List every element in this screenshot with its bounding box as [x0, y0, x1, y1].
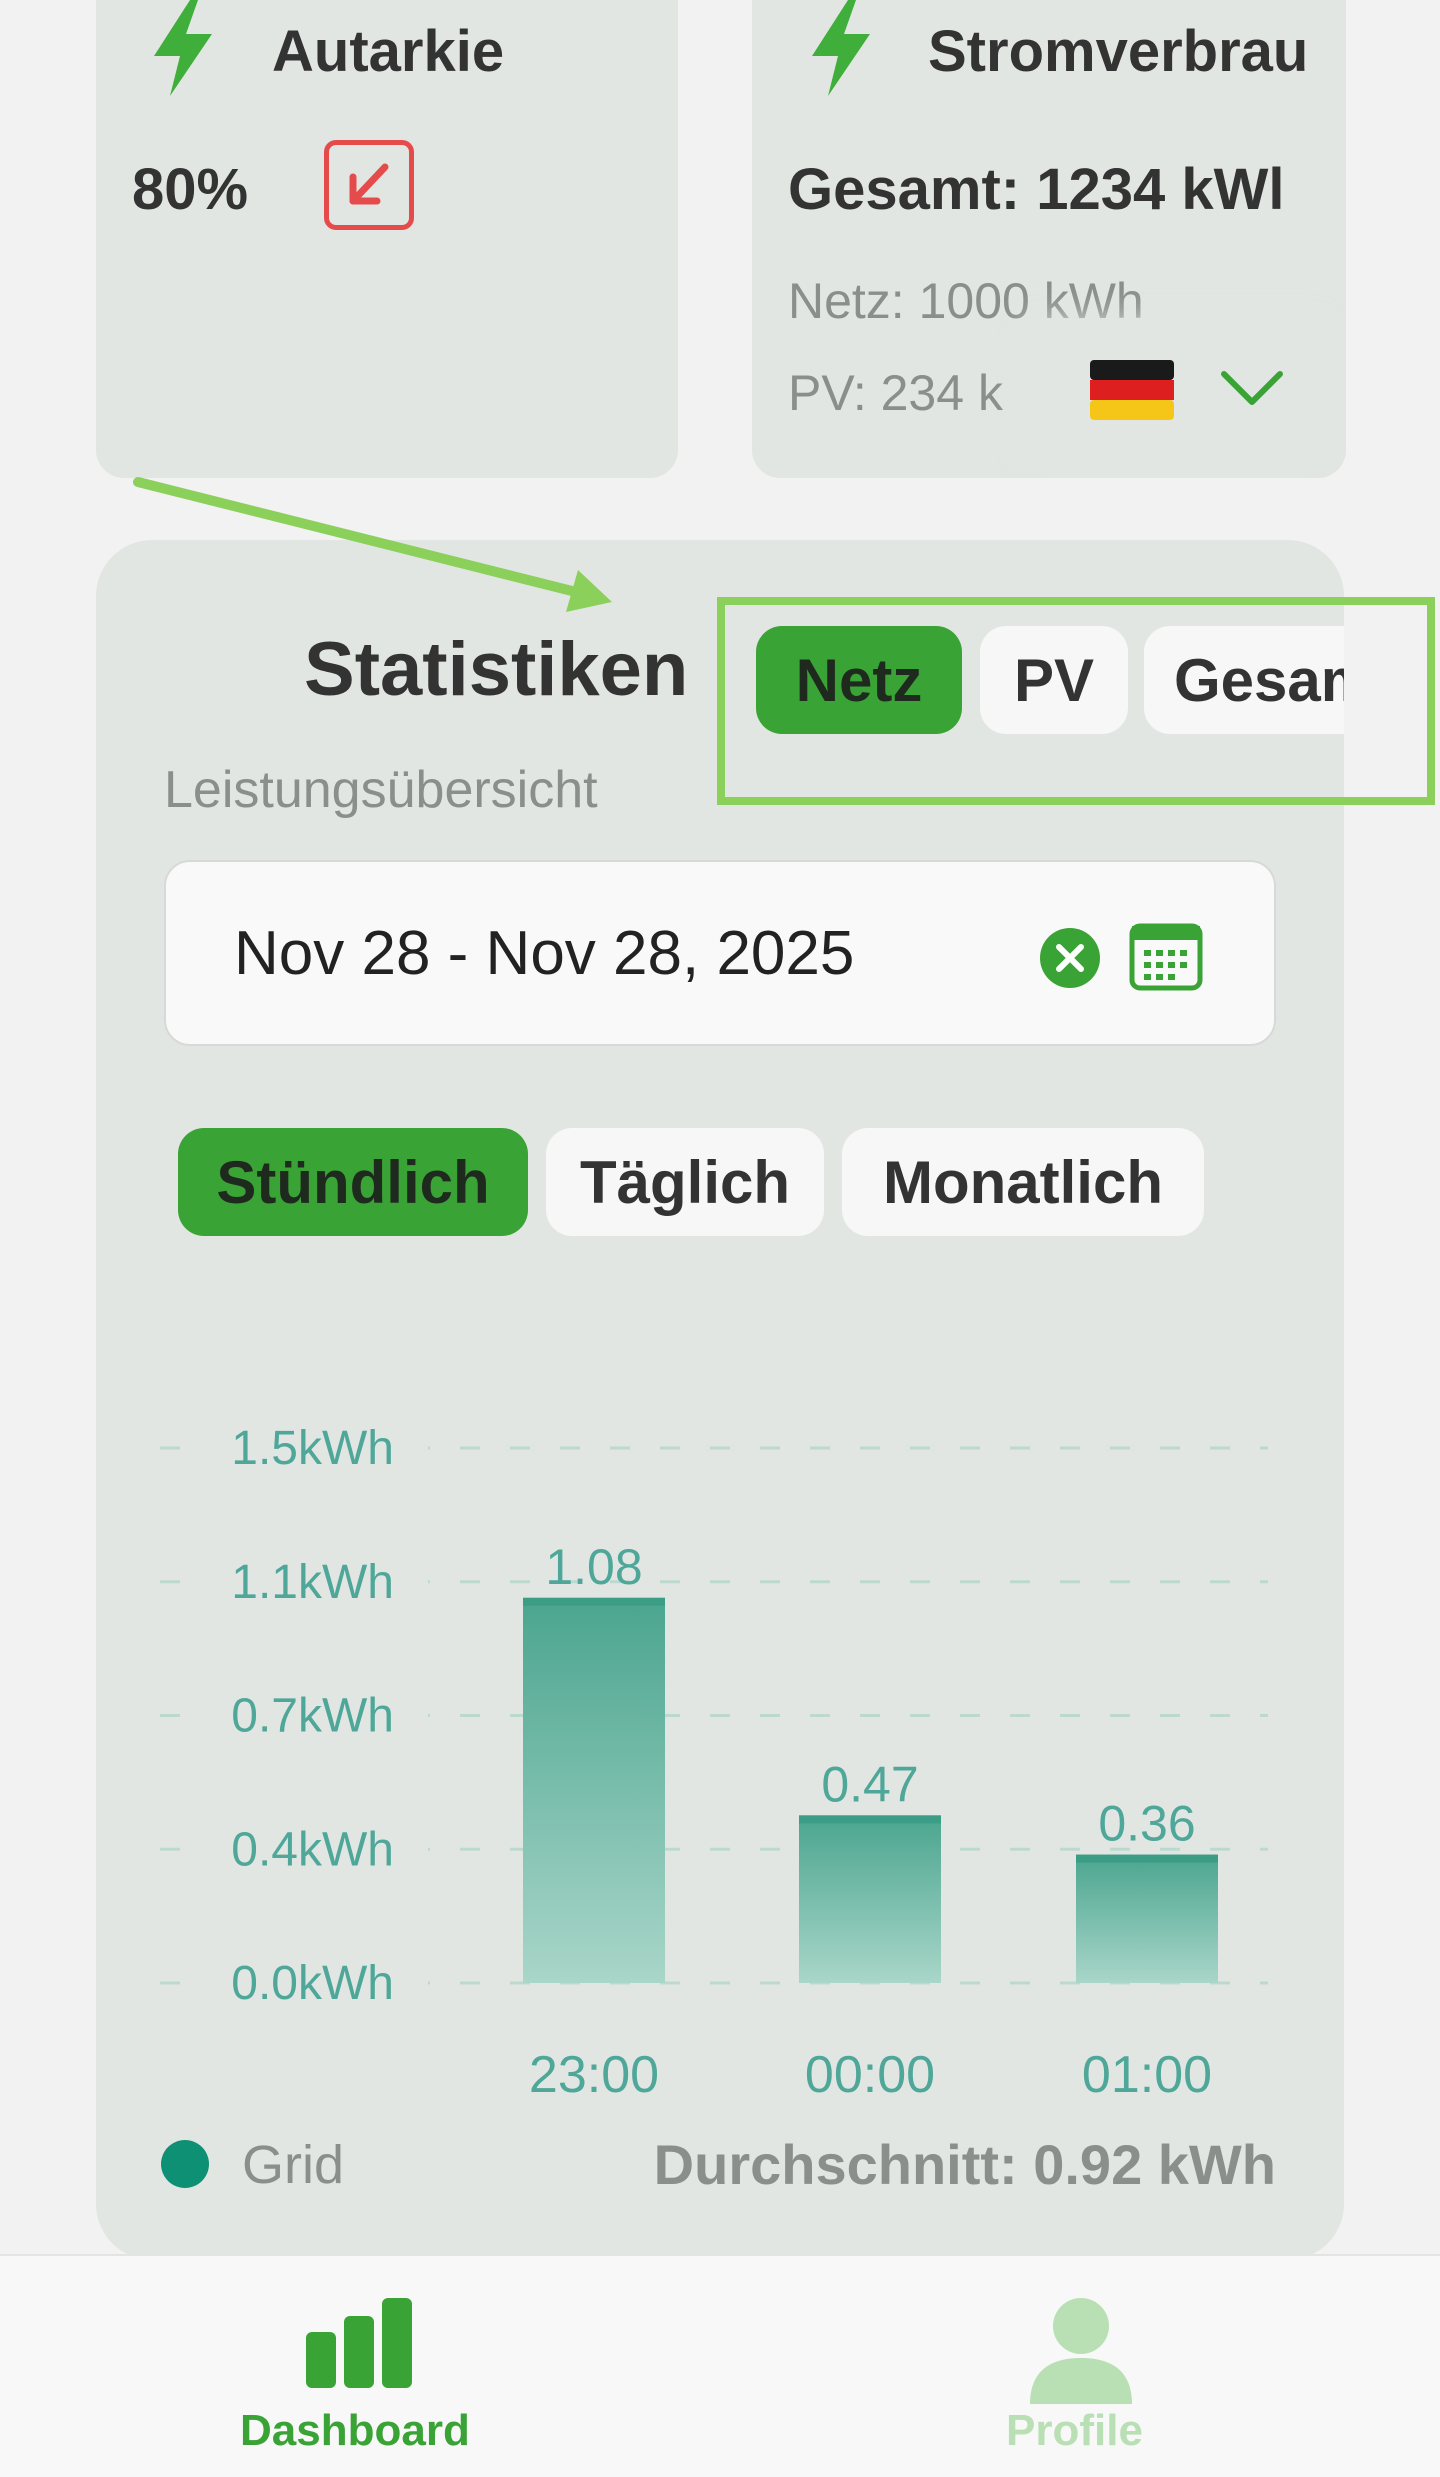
bar-chart: 0.0kWh 0.4kWh 0.7kWh 1.1kWh 1.5kWh 1.08 23:00 0… — [160, 1414, 1268, 2104]
nav-label-dashboard: Dashboard — [240, 2406, 470, 2455]
x-tick-label: 23:00 — [529, 2046, 659, 2104]
x-tick-label: 01:00 — [1082, 2046, 1212, 2104]
y-tick-label: 1.1kWh — [231, 1556, 394, 1609]
profile-icon — [1030, 2298, 1132, 2404]
bar[interactable] — [523, 1597, 665, 1983]
y-tick-label: 1.5kWh — [231, 1422, 394, 1475]
bar[interactable] — [799, 1815, 941, 1983]
bar-value-label: 0.36 — [1098, 1796, 1195, 1852]
bar[interactable] — [1076, 1854, 1218, 1983]
x-tick-label: 00:00 — [805, 2046, 935, 2104]
bar-cap — [799, 1815, 941, 1824]
legend-swatch-grid — [161, 2140, 209, 2188]
y-tick-label: 0.7kWh — [231, 1690, 394, 1743]
bar-chart-icon — [306, 2298, 412, 2388]
y-tick-label: 0.0kWh — [231, 1957, 394, 2010]
bar-cap — [1076, 1854, 1218, 1863]
bar-value-label: 1.08 — [545, 1539, 642, 1595]
legend-label-grid: Grid — [242, 2135, 345, 2195]
y-tick-label: 0.4kWh — [231, 1823, 394, 1876]
nav-label-profile: Profile — [1006, 2406, 1143, 2455]
bar-value-label: 0.47 — [821, 1756, 918, 1812]
nav-profile[interactable]: Profile — [940, 2256, 1220, 2477]
bar-cap — [523, 1597, 665, 1606]
nav-dashboard[interactable]: Dashboard — [200, 2256, 520, 2477]
average-value: Durchschnitt: 0.92 kWh — [653, 2133, 1276, 2196]
bottom-nav: Dashboard Profile — [0, 2254, 1440, 2477]
